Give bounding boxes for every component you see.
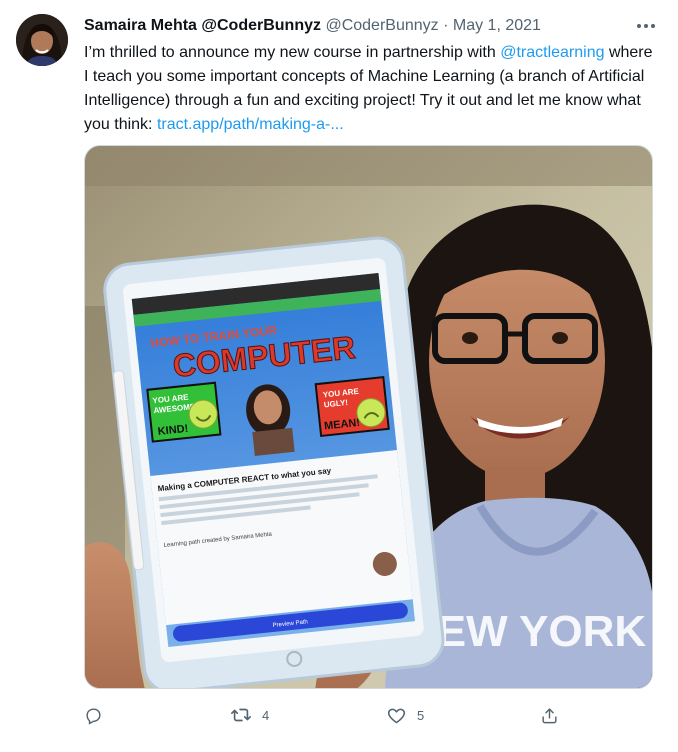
author-display-name[interactable]: Samaira Mehta bbox=[84, 17, 197, 34]
author-inline-handle[interactable]: @CoderBunnyz bbox=[201, 17, 321, 34]
reply-button[interactable] bbox=[84, 700, 113, 730]
retweet-count: 4 bbox=[262, 707, 270, 723]
more-options-icon[interactable] bbox=[634, 14, 658, 38]
tweet-header: Samaira Mehta @CoderBunnyz @CoderBunnyz … bbox=[84, 15, 541, 37]
like-button[interactable]: 5 bbox=[386, 700, 424, 730]
photo-illustration: NEW YORK HOW TO TRAIN YOUR COMPUTER YOU … bbox=[85, 146, 652, 688]
avatar-image bbox=[16, 14, 68, 66]
mention-link[interactable]: @tractlearning bbox=[500, 44, 604, 61]
share-icon bbox=[542, 707, 557, 723]
heart-icon bbox=[387, 708, 406, 723]
tweet-actions: 4 5 bbox=[84, 700, 574, 730]
tweet-photo[interactable]: NEW YORK HOW TO TRAIN YOUR COMPUTER YOU … bbox=[84, 145, 653, 689]
share-button[interactable] bbox=[540, 700, 559, 730]
tweet-text-part1: I’m thrilled to announce my new course i… bbox=[84, 44, 501, 61]
tweet-date[interactable]: May 1, 2021 bbox=[453, 17, 541, 34]
tweet: Samaira Mehta @CoderBunnyz @CoderBunnyz … bbox=[0, 0, 678, 752]
avatar[interactable] bbox=[16, 14, 68, 66]
course-link[interactable]: tract.app/path/making-a-... bbox=[157, 116, 344, 133]
author-handle[interactable]: @CoderBunnyz bbox=[325, 17, 438, 34]
reply-icon bbox=[86, 707, 101, 725]
retweet-icon bbox=[231, 708, 251, 722]
meta-separator: · bbox=[443, 17, 449, 34]
like-count: 5 bbox=[417, 707, 425, 723]
retweet-button[interactable]: 4 bbox=[230, 700, 269, 730]
tweet-text: I’m thrilled to announce my new course i… bbox=[84, 41, 654, 137]
